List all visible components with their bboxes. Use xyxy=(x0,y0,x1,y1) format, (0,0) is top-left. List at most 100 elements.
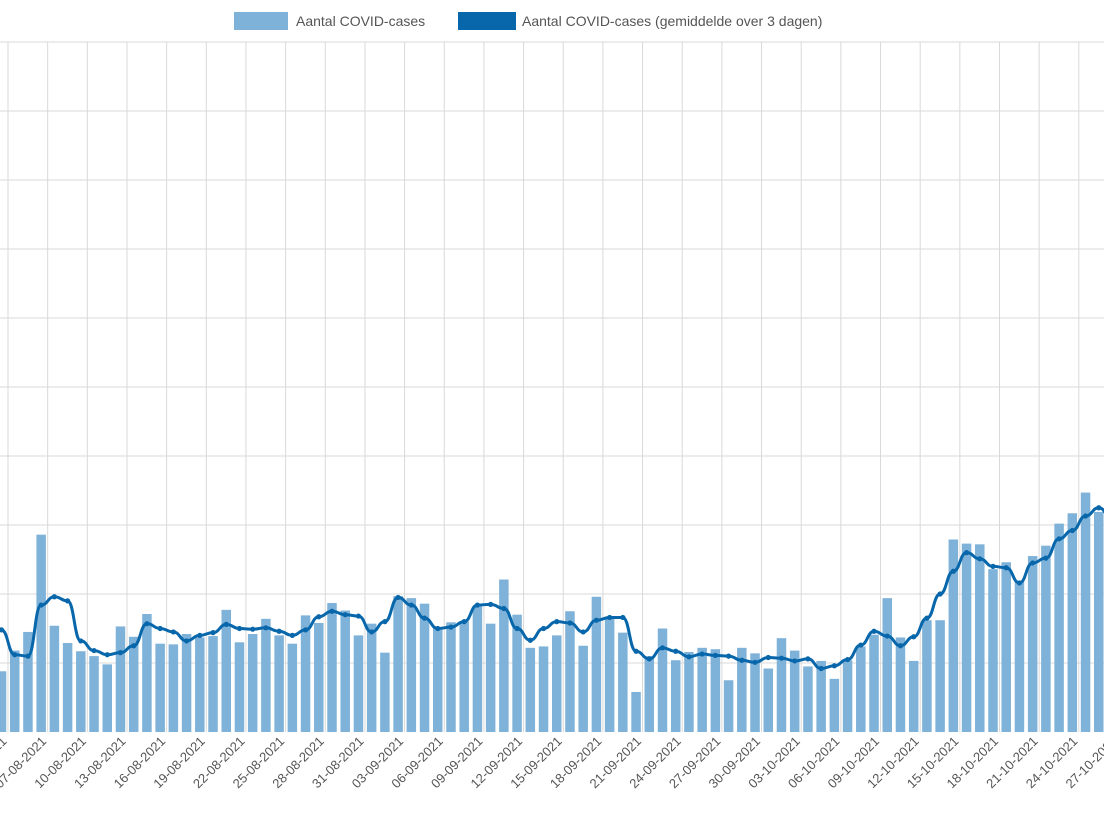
bar-16-08 xyxy=(155,644,165,732)
average-point-25-10 xyxy=(1083,513,1088,518)
average-point-19-10 xyxy=(1004,565,1009,570)
bar-13-09 xyxy=(526,648,536,732)
bar-08-10 xyxy=(856,646,866,732)
average-point-13-08 xyxy=(118,650,123,655)
average-point-01-10 xyxy=(766,655,771,660)
bar-28-08 xyxy=(314,623,324,732)
average-point-23-10 xyxy=(1057,536,1062,541)
average-point-14-09 xyxy=(541,626,546,631)
average-point-12-09 xyxy=(514,626,519,631)
average-point-10-10 xyxy=(885,633,890,638)
bar-05-08 xyxy=(10,651,20,732)
bar-26-08 xyxy=(288,644,298,732)
bar-25-08 xyxy=(274,635,284,732)
average-point-31-08 xyxy=(356,613,361,618)
bar-31-08 xyxy=(354,635,364,732)
average-point-14-08 xyxy=(131,643,136,648)
bar-17-09 xyxy=(578,646,588,732)
average-point-10-09 xyxy=(488,602,493,607)
average-point-27-09 xyxy=(713,653,718,658)
average-point-25-08 xyxy=(277,629,282,634)
average-point-08-10 xyxy=(858,642,863,647)
average-point-22-08 xyxy=(237,626,242,631)
bar-01-09 xyxy=(367,624,377,732)
bar-07-09 xyxy=(446,622,456,732)
average-point-02-10 xyxy=(779,656,784,661)
bar-20-08 xyxy=(208,636,218,732)
average-point-29-08 xyxy=(329,609,334,614)
average-point-12-08 xyxy=(105,652,110,657)
average-point-26-08 xyxy=(290,633,295,638)
bar-06-10 xyxy=(830,679,840,732)
bar-10-09 xyxy=(486,624,496,732)
average-point-07-08 xyxy=(39,602,44,607)
bar-21-09 xyxy=(631,692,641,732)
average-point-18-08 xyxy=(184,638,189,643)
bar-24-09 xyxy=(671,660,681,732)
average-point-03-10 xyxy=(792,658,797,663)
average-point-16-09 xyxy=(567,620,572,625)
average-point-24-09 xyxy=(673,649,678,654)
bar-12-08 xyxy=(103,664,113,732)
bar-26-10 xyxy=(1094,512,1104,732)
bar-11-10 xyxy=(896,637,906,732)
bar-23-08 xyxy=(248,634,258,732)
bar-02-10 xyxy=(777,638,787,732)
average-point-22-10 xyxy=(1043,556,1048,561)
bar-19-10 xyxy=(1001,562,1011,732)
average-point-15-08 xyxy=(144,621,149,626)
bar-05-10 xyxy=(816,661,826,732)
legend-item-average[interactable]: Aantal COVID-cases (gemiddelde over 3 da… xyxy=(458,12,822,30)
average-point-20-08 xyxy=(210,630,215,635)
bar-27-09 xyxy=(711,649,721,732)
average-point-09-09 xyxy=(475,602,480,607)
bar-15-08 xyxy=(142,614,152,732)
average-point-07-10 xyxy=(845,657,850,662)
bar-13-08 xyxy=(116,626,126,732)
average-point-18-09 xyxy=(594,618,599,623)
average-point-05-09 xyxy=(422,616,427,621)
average-point-08-08 xyxy=(52,594,57,599)
bar-21-10 xyxy=(1028,556,1038,732)
legend-item-cases[interactable]: Aantal COVID-cases xyxy=(234,12,425,30)
bar-22-09 xyxy=(645,656,655,732)
average-point-05-10 xyxy=(819,666,824,671)
bar-07-08 xyxy=(36,535,46,732)
bar-22-08 xyxy=(235,642,245,732)
bar-18-09 xyxy=(592,597,602,732)
average-point-28-09 xyxy=(726,654,731,659)
bar-24-08 xyxy=(261,619,271,732)
average-point-19-09 xyxy=(607,615,612,620)
average-point-21-10 xyxy=(1030,560,1035,565)
bar-06-09 xyxy=(433,628,443,732)
bar-series xyxy=(0,493,1104,732)
average-point-23-09 xyxy=(660,645,665,650)
average-point-07-09 xyxy=(448,625,453,630)
average-point-06-09 xyxy=(435,626,440,631)
average-point-03-09 xyxy=(396,595,401,600)
average-point-26-09 xyxy=(700,651,705,656)
bar-09-08 xyxy=(63,643,73,732)
bar-08-08 xyxy=(50,626,60,732)
bar-03-09 xyxy=(393,596,403,732)
average-point-08-09 xyxy=(462,619,467,624)
bar-14-08 xyxy=(129,637,139,732)
average-point-13-10 xyxy=(924,616,929,621)
bar-27-08 xyxy=(301,615,311,732)
bar-17-10 xyxy=(975,544,985,732)
average-point-12-10 xyxy=(911,634,916,639)
average-point-22-09 xyxy=(647,656,652,661)
average-point-23-08 xyxy=(250,627,255,632)
bar-16-10 xyxy=(962,544,972,732)
average-point-17-08 xyxy=(171,629,176,634)
legend: Aantal COVID-cases Aantal COVID-cases (g… xyxy=(234,12,822,30)
average-point-30-08 xyxy=(343,612,348,617)
bar-25-09 xyxy=(684,652,694,732)
bar-25-10 xyxy=(1081,493,1091,732)
bar-04-09 xyxy=(407,598,417,732)
average-point-18-10 xyxy=(990,564,995,569)
bar-20-09 xyxy=(618,633,628,732)
bar-12-09 xyxy=(512,615,522,732)
bar-10-08 xyxy=(76,651,86,732)
bar-02-09 xyxy=(380,653,390,732)
